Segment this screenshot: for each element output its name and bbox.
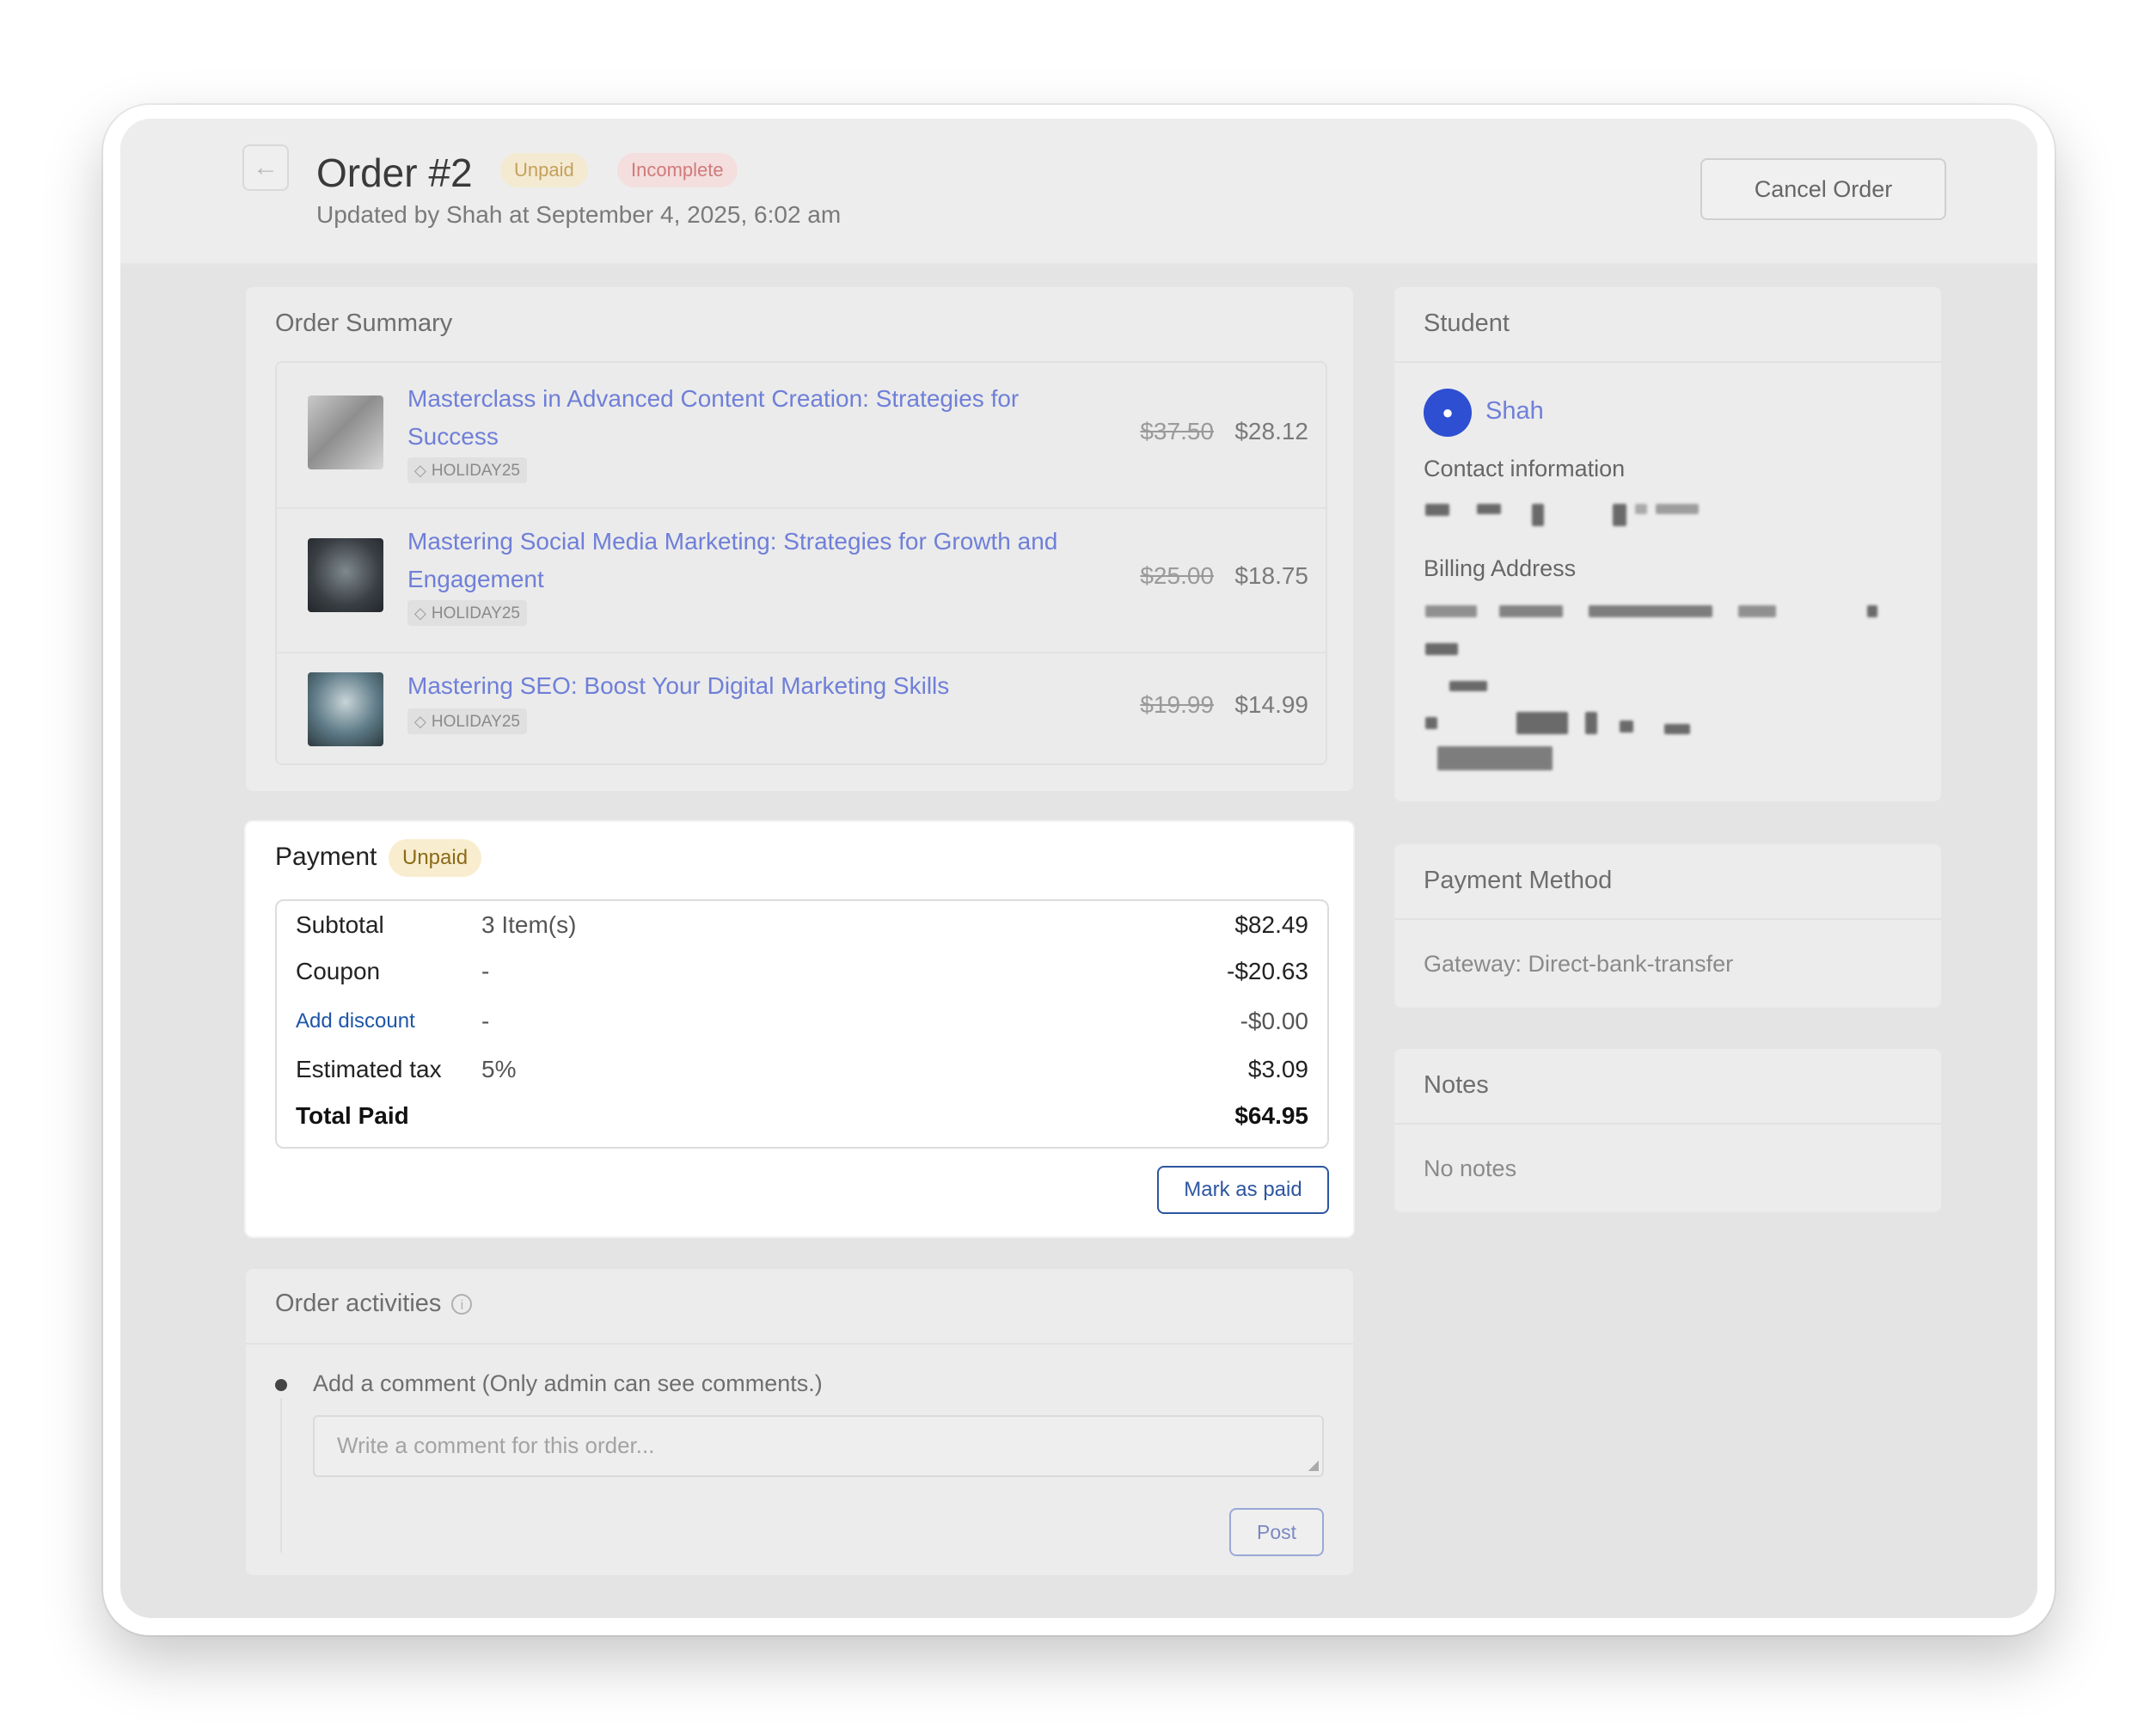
discount-amount: -$0.00: [1240, 1008, 1308, 1034]
mark-as-paid-button[interactable]: Mark as paid: [1157, 1166, 1329, 1214]
discounted-price: $28.12: [1234, 418, 1308, 444]
order-summary-title: Order Summary: [275, 310, 453, 337]
page-header: ← Order #2 Unpaid Incomplete Updated by …: [120, 119, 2037, 265]
post-comment-button[interactable]: Post: [1229, 1508, 1324, 1556]
back-button[interactable]: ←: [242, 144, 289, 191]
payment-status-badge: Unpaid: [389, 839, 482, 877]
student-name-link[interactable]: Shah: [1485, 397, 1544, 426]
payment-method-title: Payment Method: [1424, 867, 1613, 894]
total-row: Total Paid $64.95: [277, 1102, 1327, 1145]
course-thumbnail: [308, 672, 383, 746]
course-thumbnail: [308, 395, 383, 469]
divider: [1394, 1123, 1941, 1125]
discount-row: Add discount - -$0.00: [277, 1008, 1327, 1051]
student-card: Student ● Shah Contact information Billi…: [1393, 285, 1943, 803]
coupon-tag: ◇ HOLIDAY25: [407, 600, 527, 626]
page-title: Order #2: [316, 150, 473, 195]
tag-icon: ◇: [414, 462, 426, 479]
divider: [1394, 361, 1941, 363]
divider: [246, 1343, 1353, 1345]
notes-title: Notes: [1424, 1071, 1489, 1099]
activities-title-text: Order activities: [275, 1290, 442, 1317]
course-link[interactable]: Mastering SEO: Boost Your Digital Market…: [407, 667, 1087, 705]
activities-title: Order activities i: [275, 1290, 473, 1318]
comment-label: Add a comment (Only admin can see commen…: [313, 1370, 823, 1396]
payment-breakdown: Subtotal 3 Item(s) $82.49 Coupon - -$20.…: [275, 899, 1329, 1149]
resize-handle-icon[interactable]: ◢: [1308, 1456, 1319, 1474]
tax-label: Estimated tax: [296, 1056, 442, 1082]
original-price: $37.50: [1140, 418, 1214, 444]
coupon-row: Coupon - -$20.63: [277, 958, 1327, 1001]
app-screen: ← Order #2 Unpaid Incomplete Updated by …: [120, 119, 2037, 1618]
discounted-price: $14.99: [1234, 691, 1308, 718]
payment-gateway: Gateway: Direct-bank-transfer: [1424, 951, 1734, 977]
arrow-left-icon: ←: [253, 153, 279, 181]
tax-row: Estimated tax 5% $3.09: [277, 1056, 1327, 1099]
coupon-code: HOLIDAY25: [431, 604, 520, 622]
coupon-value: -: [481, 958, 490, 984]
updated-info: Updated by Shah at September 4, 2025, 6:…: [316, 201, 842, 228]
timeline-line: [280, 1398, 282, 1553]
comment-textarea[interactable]: Write a comment for this order... ◢: [313, 1415, 1324, 1477]
status-badge-unpaid: Unpaid: [500, 153, 588, 187]
billing-address-label: Billing Address: [1424, 555, 1577, 581]
payment-method-card: Payment Method Gateway: Direct-bank-tran…: [1393, 843, 1943, 1009]
tag-icon: ◇: [414, 604, 426, 622]
timeline-dot: [275, 1379, 287, 1391]
coupon-tag: ◇ HOLIDAY25: [407, 708, 527, 734]
subtotal-label: Subtotal: [296, 911, 384, 938]
original-price: $19.99: [1140, 691, 1214, 718]
subtotal-amount: $82.49: [1234, 911, 1308, 938]
payment-title: Payment: [275, 843, 377, 871]
coupon-code: HOLIDAY25: [431, 462, 520, 480]
coupon-amount: -$20.63: [1227, 958, 1308, 984]
coupon-code: HOLIDAY25: [431, 713, 520, 731]
total-label: Total Paid: [296, 1102, 409, 1129]
contact-info-label: Contact information: [1424, 456, 1626, 481]
discount-value: -: [481, 1008, 490, 1034]
add-discount-link[interactable]: Add discount: [296, 1009, 415, 1033]
comment-placeholder: Write a comment for this order...: [337, 1432, 655, 1458]
payment-card: Payment Unpaid Subtotal 3 Item(s) $82.49…: [244, 820, 1355, 1238]
status-badge-incomplete: Incomplete: [617, 153, 738, 187]
discounted-price: $18.75: [1234, 562, 1308, 589]
total-amount: $64.95: [1234, 1102, 1308, 1129]
course-link[interactable]: Mastering Social Media Marketing: Strate…: [407, 523, 1087, 598]
subtotal-row: Subtotal 3 Item(s) $82.49: [277, 911, 1327, 954]
order-item: Mastering Social Media Marketing: Strate…: [277, 507, 1326, 653]
cancel-order-button[interactable]: Cancel Order: [1700, 158, 1946, 220]
tax-rate: 5%: [481, 1056, 517, 1082]
tag-icon: ◇: [414, 713, 426, 730]
order-items-list: Masterclass in Advanced Content Creation…: [275, 361, 1327, 765]
original-price: $25.00: [1140, 562, 1214, 589]
order-summary-card: Order Summary Masterclass in Advanced Co…: [244, 285, 1355, 793]
avatar[interactable]: ●: [1424, 389, 1472, 437]
coupon-tag: ◇ HOLIDAY25: [407, 457, 527, 483]
info-icon[interactable]: i: [451, 1294, 473, 1315]
notes-card: Notes No notes: [1393, 1047, 1943, 1214]
order-activities-card: Order activities i Add a comment (Only ad…: [244, 1267, 1355, 1577]
order-item: Mastering SEO: Boost Your Digital Market…: [277, 652, 1326, 765]
divider: [1394, 918, 1941, 920]
order-item: Masterclass in Advanced Content Creation…: [277, 363, 1326, 507]
course-link[interactable]: Masterclass in Advanced Content Creation…: [407, 380, 1087, 456]
coupon-label: Coupon: [296, 958, 381, 984]
notes-empty: No notes: [1424, 1156, 1517, 1181]
student-title: Student: [1424, 310, 1510, 337]
tax-amount: $3.09: [1247, 1056, 1308, 1082]
course-thumbnail: [308, 538, 383, 612]
item-count: 3 Item(s): [481, 911, 577, 938]
